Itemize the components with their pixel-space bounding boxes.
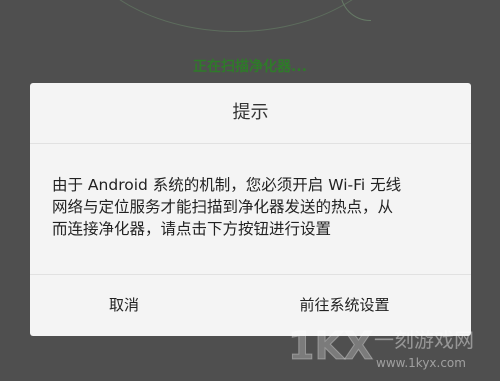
background-decoration [340,0,371,21]
scan-status-text: 正在扫描净化器... [193,59,307,75]
watermark-logo: 1KX [288,324,373,368]
dialog-message-line: 网络与定位服务才能扫描到净化器发送的热点，从 [52,198,394,216]
dialog-title: 提示 [30,83,471,144]
watermark-site-name: 一刻游戏网 [374,328,474,352]
cancel-button[interactable]: 取消 [30,275,218,335]
dialog-message: 由于 Android 系统的机制，您必须开启 Wi-Fi 无线 网络与定位服务才… [30,144,471,275]
permission-dialog: 提示 由于 Android 系统的机制，您必须开启 Wi-Fi 无线 网络与定位… [30,83,471,336]
dialog-message-line: 而连接净化器，请点击下方按钮进行设置 [52,220,332,238]
dialog-message-line: 由于 Android 系统的机制，您必须开启 Wi-Fi 无线 [52,176,402,194]
site-watermark: 1KX 一刻游戏网 www.1kyx.com [288,324,475,371]
watermark-url: www.1kyx.com [376,356,466,370]
